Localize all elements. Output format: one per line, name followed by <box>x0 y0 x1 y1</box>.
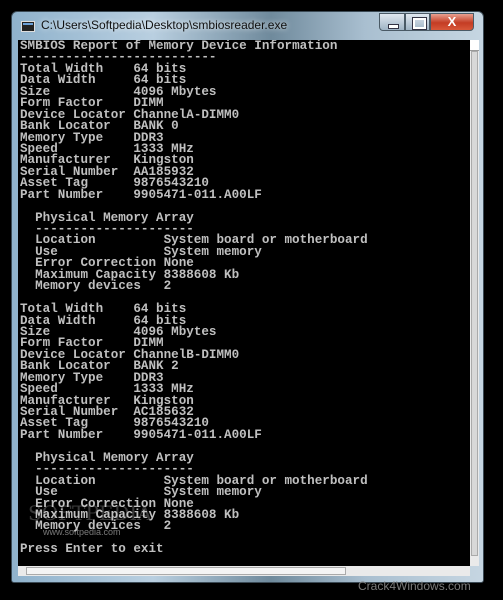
field-value: 8388608 Kb <box>163 267 240 282</box>
console-window: C:\Users\Softpedia\Desktop\smbiosreader.… <box>11 11 484 583</box>
field-label: Part Number <box>20 187 104 202</box>
exit-prompt: Press Enter to exit <box>20 542 164 557</box>
console-lines: SMBIOS Report of Memory Device Informati… <box>20 40 368 557</box>
field-value: 2 <box>163 279 172 294</box>
horizontal-scrollbar[interactable] <box>18 566 470 576</box>
console-output[interactable]: SMBIOS Report of Memory Device Informati… <box>18 40 470 566</box>
close-icon: X <box>447 14 457 29</box>
vertical-scroll-thumb[interactable] <box>471 51 478 556</box>
minimize-button[interactable] <box>379 13 405 31</box>
maximize-button[interactable] <box>405 13 430 31</box>
title-bar[interactable]: C:\Users\Softpedia\Desktop\smbiosreader.… <box>12 12 483 40</box>
console-app-icon[interactable] <box>21 21 35 32</box>
scroll-up-arrow-icon[interactable] <box>470 40 479 51</box>
field-value: 9905471-011.A00LF <box>133 427 262 442</box>
softpedia-url-watermark: www.softpedia.com <box>43 527 121 537</box>
softpedia-watermark: SOFTPEDIA <box>28 501 152 525</box>
crack4windows-watermark: Crack4Windows.com <box>358 579 471 593</box>
close-button[interactable]: X <box>430 13 474 31</box>
field-label: Memory devices <box>35 279 141 294</box>
memory-array-field: Memory devices 2 <box>20 279 368 294</box>
vertical-scrollbar[interactable] <box>470 40 479 566</box>
field-label: Part Number <box>20 427 104 442</box>
field-value: 9905471-011.A00LF <box>133 187 262 202</box>
horizontal-scroll-thumb[interactable] <box>26 567 346 575</box>
window-title: C:\Users\Softpedia\Desktop\smbiosreader.… <box>41 18 288 32</box>
field-value: 8388608 Kb <box>163 507 240 522</box>
memory-device-field: Part Number 9905471-011.A00LF <box>20 427 368 442</box>
memory-device-field: Part Number 9905471-011.A00LF <box>20 187 368 202</box>
field-value: 2 <box>163 519 172 534</box>
